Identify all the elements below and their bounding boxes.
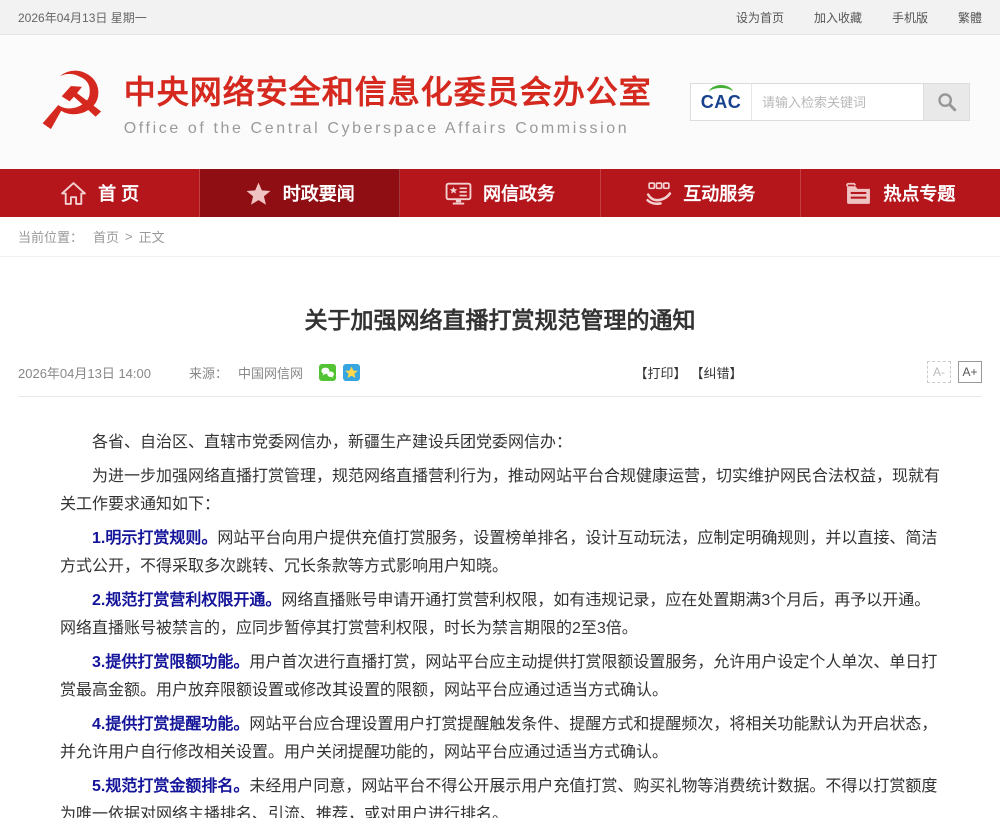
article-paragraph: 各省、自治区、直辖市党委网信办，新疆生产建设兵团党委网信办： [60, 429, 940, 457]
set-homepage-link[interactable]: 设为首页 [736, 9, 784, 26]
current-date: 2026年04月13日 星期一 [18, 9, 147, 26]
correction-button[interactable]: 【纠错】 [691, 363, 743, 382]
source-name: 中国网信网 [238, 363, 303, 382]
search-box: CAC [690, 83, 970, 121]
article-paragraph: 5.规范打赏金额排名。未经用户同意，网站平台不得公开展示用户充值打赏、购买礼物等… [60, 773, 940, 818]
nav-item-cyberspace-affairs[interactable]: 网信政务 [400, 169, 600, 217]
breadcrumb-current: 正文 [139, 227, 165, 246]
paragraph-lead: 5.规范打赏金额排名。 [92, 778, 249, 795]
article-paragraph: 1.明示打赏规则。网站平台向用户提供充值打赏服务，设置榜单排名，设计互动玩法，应… [60, 525, 940, 581]
search-input[interactable] [751, 84, 923, 120]
breadcrumb-label: 当前位置： [18, 227, 83, 246]
wechat-share-icon[interactable] [319, 364, 336, 381]
site-logo[interactable]: ☭ 中央网络安全和信息化委员会办公室 Office of the Central… [36, 62, 652, 142]
paragraph-text: 为进一步加强网络直播打赏管理，规范网络直播营利行为，推动网站平台合规健康运营，切… [60, 468, 940, 513]
nav-item-politics-news[interactable]: 时政要闻 [200, 169, 400, 217]
folder-icon [845, 181, 872, 206]
masthead: ☭ 中央网络安全和信息化委员会办公室 Office of the Central… [0, 35, 1000, 169]
breadcrumb-home-link[interactable]: 首页 [93, 227, 119, 246]
breadcrumb: 当前位置： 首页 > 正文 [0, 217, 1000, 257]
font-size-controls: A- A+ [927, 361, 982, 383]
article-tools: 【打印】 【纠错】 [544, 363, 742, 382]
article-paragraph: 4.提供打赏提醒功能。网站平台应合理设置用户打赏提醒触发条件、提醒方式和提醒频次… [60, 711, 940, 767]
site-title: 中央网络安全和信息化委员会办公室 [124, 67, 652, 113]
source-label: 来源： [189, 363, 228, 382]
paragraph-lead: 3.提供打赏限额功能。 [92, 654, 249, 671]
site-subtitle-english: Office of the Central Cyberspace Affairs… [124, 120, 652, 138]
publish-datetime: 2026年04月13日 14:00 [18, 363, 151, 382]
traditional-chinese-link[interactable]: 繁體 [958, 9, 982, 26]
topbar-links: 设为首页 加入收藏 手机版 繁體 [736, 9, 982, 26]
monitor-icon [445, 181, 472, 206]
search-button[interactable] [923, 84, 969, 120]
article-body: 各省、自治区、直辖市党委网信办，新疆生产建设兵团党委网信办： 为进一步加强网络直… [18, 397, 982, 818]
star-icon [245, 181, 272, 206]
share-icons [319, 364, 360, 381]
main-navigation: 首 页 时政要闻 网信政务 互动服务 [0, 169, 1000, 217]
qzone-share-icon[interactable] [343, 364, 360, 381]
search-icon [936, 91, 958, 113]
nav-item-hot-topics[interactable]: 热点专题 [801, 169, 1000, 217]
nav-item-home[interactable]: 首 页 [0, 169, 200, 217]
paragraph-text: 各省、自治区、直辖市党委网信办，新疆生产建设兵团党委网信办： [92, 434, 572, 451]
print-button[interactable]: 【打印】 [634, 363, 686, 382]
add-favorite-link[interactable]: 加入收藏 [814, 9, 862, 26]
paragraph-lead: 1.明示打赏规则。 [92, 530, 217, 547]
article-paragraph: 2.规范打赏营利权限开通。网络直播账号申请开通打赏营利权限，如有违规记录，应在处… [60, 587, 940, 643]
paragraph-lead: 2.规范打赏营利权限开通。 [92, 592, 281, 609]
article-meta-row: 2026年04月13日 14:00 来源： 中国网信网 【打印】 【纠错】 A-… [18, 361, 982, 397]
nav-item-interactive-service[interactable]: 互动服务 [601, 169, 801, 217]
paragraph-lead: 4.提供打赏提醒功能。 [92, 716, 249, 733]
article-paragraph: 为进一步加强网络直播打赏管理，规范网络直播营利行为，推动网站平台合规健康运营，切… [60, 463, 940, 519]
interactive-service-icon [645, 181, 672, 206]
font-decrease-button[interactable]: A- [927, 361, 951, 383]
breadcrumb-separator: > [125, 229, 133, 244]
font-increase-button[interactable]: A+ [958, 361, 982, 383]
mobile-version-link[interactable]: 手机版 [892, 9, 928, 26]
article-title: 关于加强网络直播打赏规范管理的通知 [18, 301, 982, 335]
article: 关于加强网络直播打赏规范管理的通知 2026年04月13日 14:00 来源： … [0, 301, 1000, 818]
article-paragraph: 3.提供打赏限额功能。用户首次进行直播打赏，网站平台应主动提供打赏限额设置服务，… [60, 649, 940, 705]
hammer-sickle-emblem-icon: ☭ [36, 62, 108, 142]
cac-logo: CAC [691, 92, 751, 113]
top-utility-bar: 2026年04月13日 星期一 设为首页 加入收藏 手机版 繁體 [0, 0, 1000, 35]
home-icon [60, 181, 87, 206]
